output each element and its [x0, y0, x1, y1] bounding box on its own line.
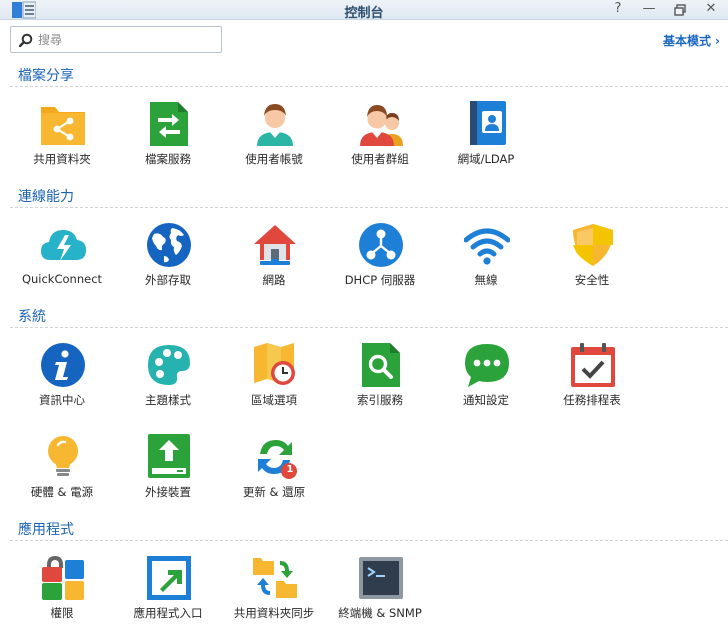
hardware-power-icon [48, 436, 78, 476]
section-title-applications: 應用程式 [18, 522, 74, 538]
tile-label: 通知設定 [463, 393, 509, 407]
file-services-icon [150, 102, 188, 146]
tile-network[interactable]: 網路 [221, 222, 327, 298]
tile-info-center[interactable]: 資訊中心 [9, 342, 115, 418]
tile-notification[interactable]: 通知設定 [433, 342, 539, 418]
basic-mode-link[interactable]: 基本模式 › [663, 32, 720, 49]
external-devices-icon [148, 434, 190, 478]
tile-wireless[interactable]: 無線 [433, 222, 539, 298]
restore-button[interactable] [669, 0, 691, 20]
tile-domain-ldap[interactable]: 網域/LDAP [433, 101, 539, 177]
help-button[interactable]: ? [607, 0, 629, 20]
tile-label: 檔案服務 [145, 152, 191, 166]
minimize-button[interactable]: — [638, 0, 660, 20]
tile-terminal-snmp[interactable]: 終端機 & SNMP [327, 555, 433, 631]
theme-palette-icon [148, 345, 190, 385]
section-divider [10, 540, 728, 541]
tile-label: 共用資料夾同步 [233, 606, 315, 620]
tile-task-scheduler[interactable]: 任務排程表 [539, 342, 645, 418]
tile-shared-folder-sync[interactable]: 共用資料夾同步 [221, 555, 327, 631]
section-title-system: 系統 [18, 309, 46, 325]
tile-label: 索引服務 [357, 393, 403, 407]
indexing-service-icon [362, 343, 400, 387]
tile-hardware-power[interactable]: 硬體 & 電源 [9, 434, 115, 510]
application-portal-icon [147, 556, 191, 600]
chevron-right-icon: › [715, 34, 720, 48]
tile-label: 任務排程表 [563, 393, 621, 407]
tile-external-devices[interactable]: 外接裝置 [115, 434, 221, 510]
tile-shared-folder[interactable]: 共用資料夾 [9, 101, 115, 177]
tile-theme[interactable]: 主題樣式 [115, 342, 221, 418]
section-divider [10, 327, 728, 328]
tile-user-group[interactable]: 使用者群組 [327, 101, 433, 177]
tile-label: 使用者群組 [351, 152, 409, 166]
section-title-connectivity: 連線能力 [18, 189, 74, 205]
tile-security[interactable]: 安全性 [539, 222, 645, 298]
tile-label: 區域選項 [251, 393, 297, 407]
notification-icon [465, 344, 509, 387]
update-badge-count: 1 [286, 464, 294, 475]
tile-label: QuickConnect [21, 272, 103, 286]
tile-label: 主題樣式 [145, 393, 191, 407]
tile-label: 資訊中心 [39, 393, 85, 407]
tile-regional-options[interactable]: 區域選項 [221, 342, 327, 418]
info-center-icon [41, 343, 85, 387]
tile-label: 網路 [262, 273, 286, 287]
quickconnect-icon [41, 230, 86, 261]
security-icon [573, 224, 613, 266]
tile-label: 共用資料夾 [33, 152, 91, 166]
restore-icon [674, 4, 686, 16]
terminal-snmp-icon [359, 557, 403, 599]
section-divider [10, 207, 728, 208]
tile-label: 硬體 & 電源 [30, 485, 94, 499]
search-input[interactable] [38, 30, 218, 49]
tile-indexing-service[interactable]: 索引服務 [327, 342, 433, 418]
task-scheduler-icon [571, 343, 615, 387]
tile-label: 網域/LDAP [457, 152, 515, 166]
external-access-icon [147, 223, 191, 267]
domain-ldap-icon [470, 101, 506, 145]
tile-label: 權限 [50, 606, 74, 620]
tile-label: 外部存取 [145, 273, 191, 287]
wireless-icon [464, 228, 510, 265]
tile-update-restore[interactable]: 1 更新 & 還原 [221, 434, 327, 510]
basic-mode-label: 基本模式 [663, 34, 712, 48]
tile-label: 終端機 & SNMP [338, 606, 422, 620]
tile-external-access[interactable]: 外部存取 [115, 222, 221, 298]
tile-label: DHCP 伺服器 [344, 273, 416, 287]
tile-label: 更新 & 還原 [242, 485, 306, 499]
privileges-icon [42, 556, 84, 600]
group-icon [360, 105, 403, 146]
dhcp-server-icon [359, 223, 403, 267]
tile-file-services[interactable]: 檔案服務 [115, 101, 221, 177]
search-icon [19, 33, 33, 47]
tile-label: 應用程式入口 [133, 606, 203, 620]
tile-label: 外接裝置 [145, 485, 191, 499]
title-bar: 控制台 ? — ✕ [0, 0, 728, 21]
shared-folder-icon [41, 107, 85, 145]
tile-application-portal[interactable]: 應用程式入口 [115, 555, 221, 631]
section-title-file-sharing: 檔案分享 [18, 68, 74, 84]
close-button[interactable]: ✕ [700, 0, 722, 20]
tile-label: 安全性 [574, 273, 610, 287]
regional-options-icon [254, 343, 295, 385]
tile-label: 無線 [474, 273, 498, 287]
search-box[interactable] [10, 26, 222, 53]
tile-user-account[interactable]: 使用者帳號 [221, 101, 327, 177]
shared-folder-sync-icon [253, 558, 297, 598]
section-divider [10, 86, 728, 87]
tile-privileges[interactable]: 權限 [9, 555, 115, 631]
tile-label: 使用者帳號 [245, 152, 303, 166]
user-icon [257, 104, 293, 146]
tile-dhcp-server[interactable]: DHCP 伺服器 [327, 222, 433, 298]
tile-quickconnect[interactable]: QuickConnect [9, 222, 115, 298]
network-icon [254, 225, 296, 265]
